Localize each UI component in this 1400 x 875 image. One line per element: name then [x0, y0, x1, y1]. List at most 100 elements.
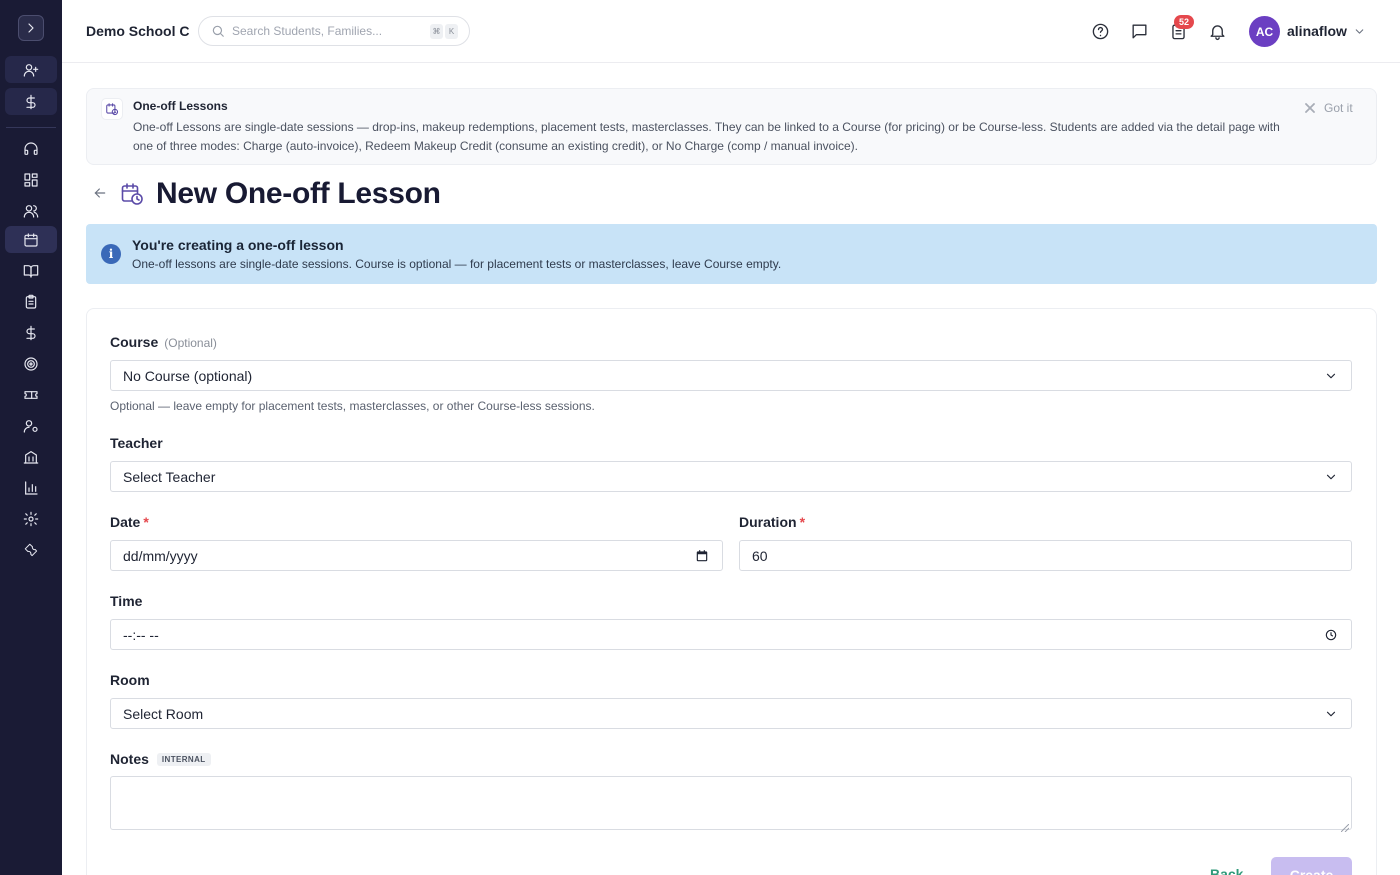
sidebar-item-goals[interactable] [5, 350, 57, 377]
global-search[interactable]: ⌘ K [198, 16, 470, 46]
teacher-label: Teacher [110, 435, 163, 451]
sidebar-expand-button[interactable] [18, 15, 44, 41]
user-plus-icon [23, 63, 39, 77]
room-select-value: Select Room [123, 705, 204, 722]
room-label: Room [110, 672, 150, 688]
dashboard-grid-icon [24, 172, 38, 187]
sidebar-item-buildings[interactable] [5, 443, 57, 470]
sidebar-item-reports[interactable] [5, 474, 57, 501]
sidebar-item-settings[interactable] [5, 505, 57, 532]
course-label-text: Course [110, 334, 159, 350]
teacher-select[interactable]: Select Teacher [110, 461, 1352, 492]
tip-body: One-off Lessons are single-date sessions… [133, 120, 1280, 153]
user-menu-toggle[interactable] [1353, 25, 1366, 43]
chevron-down-icon [1324, 707, 1338, 724]
notifications-button[interactable] [1207, 21, 1227, 41]
chevron-right-icon [28, 23, 34, 33]
alert-title: You're creating a one-off lesson [132, 237, 344, 253]
info-icon: i [101, 244, 121, 264]
shortcut-k-key: K [445, 24, 458, 39]
wrench-icon [24, 543, 38, 556]
building-icon [23, 450, 39, 464]
gear-icon [23, 511, 39, 526]
sidebar-item-dashboard[interactable] [5, 166, 57, 193]
school-name[interactable]: Demo School C [86, 23, 189, 39]
tip-dismiss-button[interactable]: Got it [1305, 101, 1353, 115]
search-icon [212, 25, 224, 37]
sidebar-item-people[interactable] [5, 197, 57, 224]
course-optional-hint: (Optional) [164, 336, 217, 350]
sidebar-item-tickets[interactable] [5, 381, 57, 408]
teacher-select-value: Select Teacher [123, 468, 216, 485]
messages-button[interactable] [1129, 21, 1149, 41]
duration-required-marker: * [799, 514, 806, 530]
sidebar-item-staff-settings[interactable] [5, 412, 57, 439]
page-title: New One-off Lesson [156, 177, 441, 210]
sidebar-item-payment[interactable] [5, 88, 57, 115]
headset-icon [24, 141, 38, 155]
tip-title: One-off Lessons [133, 99, 228, 113]
create-button[interactable]: Create [1271, 857, 1352, 875]
bell-icon [1209, 24, 1225, 40]
avatar[interactable]: AC [1249, 16, 1280, 47]
back-button[interactable]: Back [1210, 866, 1243, 875]
calendar-picker-icon[interactable] [695, 549, 709, 566]
date-input[interactable]: dd/mm/yyyy [110, 540, 723, 571]
shortcut-cmd-key: ⌘ [430, 24, 443, 39]
course-help-text: Optional — leave empty for placement tes… [110, 399, 595, 413]
date-label-text: Date [110, 514, 141, 530]
onboarding-tip: One-off Lessons One-off Lessons are sing… [86, 88, 1377, 165]
users-icon [23, 204, 39, 218]
internal-tag: INTERNAL [156, 753, 211, 766]
notes-textarea[interactable] [110, 776, 1352, 833]
alert-body: One-off lessons are single-date sessions… [132, 257, 782, 271]
clipboard-icon [25, 294, 37, 309]
search-input[interactable] [232, 24, 422, 38]
room-select[interactable]: Select Room [110, 698, 1352, 729]
duration-input-value: 60 [752, 547, 768, 564]
back-arrow-button[interactable] [92, 185, 110, 203]
app-root: Demo School C ⌘ K 52 AC alinaflow [0, 0, 1400, 875]
time-label: Time [110, 593, 143, 609]
close-icon [1305, 103, 1315, 113]
duration-label-text: Duration [739, 514, 797, 530]
bar-chart-icon [25, 480, 38, 495]
date-label: Date * [110, 514, 149, 530]
duration-input[interactable]: 60 [739, 540, 1352, 571]
chevron-down-icon [1355, 29, 1364, 34]
sidebar-item-calendar[interactable] [5, 226, 57, 253]
sidebar-item-tools[interactable] [5, 536, 57, 563]
duration-label: Duration * [739, 514, 805, 530]
sidebar-item-courses[interactable] [5, 257, 57, 284]
tip-dismiss-label: Got it [1324, 101, 1353, 115]
sidebar-item-billing[interactable] [5, 319, 57, 346]
sidebar-item-tasks[interactable] [5, 288, 57, 315]
chevron-down-icon [1324, 470, 1338, 487]
sidebar-item-support[interactable] [5, 135, 57, 162]
calendar-clock-icon [120, 182, 144, 211]
tasks-count-badge: 52 [1174, 15, 1194, 29]
user-cog-icon [23, 419, 38, 433]
course-label: Course (Optional) [110, 334, 217, 350]
calendar-clock-icon [101, 98, 123, 120]
info-alert: i You're creating a one-off lesson One-o… [86, 224, 1377, 284]
help-button[interactable] [1090, 21, 1110, 41]
username[interactable]: alinaflow [1287, 23, 1347, 39]
notes-label: Notes INTERNAL [110, 751, 211, 767]
dollar-icon [26, 325, 36, 340]
resize-handle-icon[interactable] [1340, 819, 1350, 833]
date-input-value: dd/mm/yyyy [123, 547, 198, 564]
message-square-icon [1131, 23, 1147, 39]
arrow-left-icon [94, 188, 106, 198]
target-icon [24, 356, 38, 371]
clock-icon[interactable] [1324, 628, 1338, 645]
course-select[interactable]: No Course (optional) [110, 360, 1352, 391]
ticket-icon [24, 390, 38, 399]
book-open-icon [23, 264, 39, 278]
time-input[interactable]: --:-- -- [110, 619, 1352, 650]
dollar-icon [26, 94, 36, 109]
time-input-value: --:-- -- [123, 626, 159, 643]
calendar-icon [24, 232, 38, 247]
sidebar-divider [6, 127, 56, 128]
sidebar-item-add-student[interactable] [5, 56, 57, 83]
